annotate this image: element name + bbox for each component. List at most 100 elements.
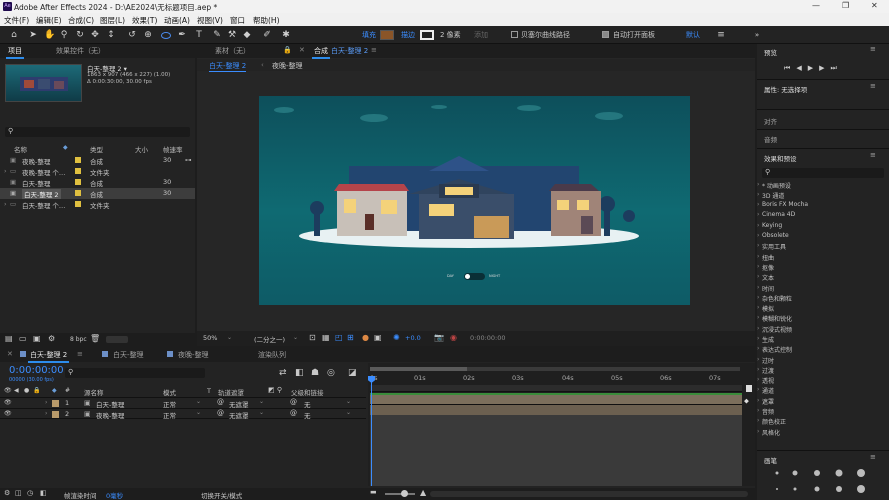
layer-mode[interactable]: 正常	[163, 410, 176, 420]
lock-icon[interactable]: 🔒	[33, 387, 40, 394]
expand-chevron-icon[interactable]: »	[752, 30, 762, 40]
fill-label[interactable]: 填充	[362, 30, 376, 40]
zoom-slider[interactable]	[385, 493, 415, 495]
effect-category[interactable]: 3D 通道	[757, 191, 784, 200]
effect-category[interactable]: 过渡	[757, 366, 774, 375]
tab-effect-controls[interactable]: 效果控件（无）	[56, 46, 105, 56]
tab-project[interactable]: 项目	[6, 46, 24, 59]
effect-category[interactable]: Cinema 4D	[757, 211, 795, 218]
col-parent[interactable]: 父级和链接	[291, 387, 324, 397]
list-item[interactable]: › ▭ 夜晚-整理 个… 文件夹	[0, 166, 195, 177]
effect-category[interactable]: Keying	[757, 222, 782, 229]
effect-category[interactable]: 实用工具	[757, 242, 786, 251]
time-navigator[interactable]	[430, 491, 748, 497]
pickwhip-icon[interactable]: @	[217, 409, 224, 417]
layer-row[interactable]: 👁 › 1 ▣ 白天-整理 正常 ⌄ @ 无遮罩 ⌄ @ 无 ⌄	[0, 397, 366, 409]
effect-category[interactable]: 模糊和锐化	[757, 314, 792, 323]
close-tab-icon[interactable]: ✕	[7, 350, 13, 358]
menu-composition[interactable]: 合成(C)	[68, 15, 94, 26]
col-source-name[interactable]: 源名称	[84, 387, 104, 397]
work-area-bar[interactable]	[370, 367, 740, 371]
show-snapshot-icon[interactable]: ◉	[450, 333, 457, 342]
effect-category[interactable]: 模拟	[757, 304, 774, 313]
menu-edit[interactable]: 编辑(E)	[36, 15, 62, 26]
draft-3d-icon[interactable]: ◧	[295, 368, 304, 378]
menu-effect[interactable]: 效果(T)	[132, 15, 157, 26]
bpc-label[interactable]: 8 bpc	[70, 336, 87, 343]
day-night-toggle[interactable]	[464, 273, 485, 280]
layer-label-color[interactable]	[52, 411, 59, 418]
thumbnail-slider[interactable]	[106, 336, 128, 343]
tab-timeline-comp[interactable]: 白天-整理 2	[27, 350, 70, 363]
project-search-input[interactable]: ⚲	[5, 127, 190, 137]
menu-help[interactable]: 帮助(H)	[253, 15, 280, 26]
effect-category[interactable]: 文本	[757, 273, 774, 282]
effect-category[interactable]: 透视	[757, 376, 774, 385]
eye-icon[interactable]: 👁	[4, 399, 12, 406]
timing-icon[interactable]: ◷	[27, 489, 33, 497]
layer-row[interactable]: 👁 › 2 ▣ 夜晚-整理 正常 ⌄ @ 无遮罩 ⌄ @ 无 ⌄	[0, 408, 366, 420]
lock-icon[interactable]: 🔒	[283, 46, 292, 54]
flowchart-icon[interactable]: ⊶	[185, 156, 192, 164]
breadcrumb-item[interactable]: 白天-整理 2	[209, 61, 247, 72]
effect-category[interactable]: 杂色和颗粒	[757, 294, 792, 303]
tab-render-queue[interactable]: 渲染队列	[258, 350, 286, 360]
time-ruler[interactable]: 0s 01s 02s 03s 04s 05s 06s 07s	[368, 374, 748, 384]
home-icon[interactable]: ⌂	[9, 30, 19, 40]
snapshot-icon[interactable]: 📷	[434, 333, 444, 342]
render-status-icon[interactable]: ⚙	[4, 489, 10, 497]
new-folder-icon[interactable]: ▭	[19, 334, 27, 343]
parent-pickwhip-icon[interactable]: @	[290, 409, 297, 417]
tab-timeline-night[interactable]: 夜晚-整理	[178, 350, 209, 360]
zoom-in-icon[interactable]: ▲	[420, 488, 426, 497]
roto-brush-tool-icon[interactable]: ✐	[262, 30, 272, 40]
dolly-tool-icon[interactable]: ↕	[106, 30, 116, 40]
adjust-icon[interactable]: ⚙	[48, 334, 55, 343]
parent-pickwhip-icon[interactable]: @	[290, 398, 297, 406]
rotate-tool-icon[interactable]: ↺	[127, 30, 137, 40]
effect-category[interactable]: 扭曲	[757, 253, 774, 262]
clone-stamp-tool-icon[interactable]: ⚒	[227, 30, 237, 40]
label-color[interactable]	[75, 190, 81, 196]
zoom-slider-handle[interactable]	[401, 490, 408, 497]
dropdown-arrow-icon[interactable]: ⌄	[227, 334, 232, 341]
guides-icon[interactable]: ⊞	[347, 333, 354, 342]
stroke-label[interactable]: 描边	[401, 30, 415, 40]
dropdown-arrow-icon[interactable]: ⌄	[196, 398, 201, 405]
effect-category[interactable]: 过时	[757, 356, 774, 365]
comp-menu-icon[interactable]: ≡	[371, 46, 377, 54]
transparency-grid-icon[interactable]: ▦	[322, 333, 330, 342]
menu-animation[interactable]: 动画(A)	[164, 15, 190, 26]
type-tool-icon[interactable]: T	[194, 30, 204, 40]
preview-controls[interactable]: ⏮◀▶▶⏭	[784, 64, 843, 73]
menu-layer[interactable]: 图层(L)	[100, 15, 125, 26]
viewer-timecode[interactable]: 0:00:00:00	[470, 334, 506, 342]
eraser-tool-icon[interactable]: ◆	[242, 30, 252, 40]
dropdown-arrow-icon[interactable]: ⌄	[346, 409, 351, 416]
add-label[interactable]: 添加	[474, 30, 488, 40]
layer-bar[interactable]	[370, 393, 742, 404]
tab-footage[interactable]: 素材（无）	[215, 46, 250, 56]
effect-category[interactable]: Obsolete	[757, 232, 789, 239]
zoom-out-icon[interactable]: ▬	[370, 488, 377, 496]
dropdown-arrow-icon[interactable]: ⌄	[293, 334, 298, 341]
col-t[interactable]: T	[207, 387, 211, 395]
effect-category[interactable]: 颜色校正	[757, 417, 786, 426]
audio-icon[interactable]: ◀	[14, 387, 19, 394]
effect-category[interactable]: 生成	[757, 335, 774, 344]
resolution-select[interactable]: (二分之一)	[254, 334, 285, 344]
workspace-default[interactable]: 默认	[686, 30, 700, 40]
stroke-color-swatch[interactable]	[420, 30, 434, 40]
menu-file[interactable]: 文件(F)	[4, 15, 29, 26]
last-frame-icon[interactable]: ⏭	[830, 64, 842, 72]
effect-category[interactable]: 表达式控制	[757, 345, 792, 354]
comp-marker-icon[interactable]	[746, 385, 752, 392]
toggle-switches-modes[interactable]: 切换开关/模式	[201, 490, 242, 500]
effect-category[interactable]: 抠像	[757, 263, 774, 272]
menu-window[interactable]: 窗口	[230, 15, 245, 26]
menu-lines-icon[interactable]: ≡	[716, 30, 726, 40]
pen-tool-icon[interactable]: ✒	[177, 30, 187, 40]
close-icon[interactable]: ✕	[871, 1, 878, 10]
breadcrumb-item[interactable]: 夜晚-整理	[272, 61, 303, 71]
solo-icon[interactable]: ●	[24, 387, 29, 394]
